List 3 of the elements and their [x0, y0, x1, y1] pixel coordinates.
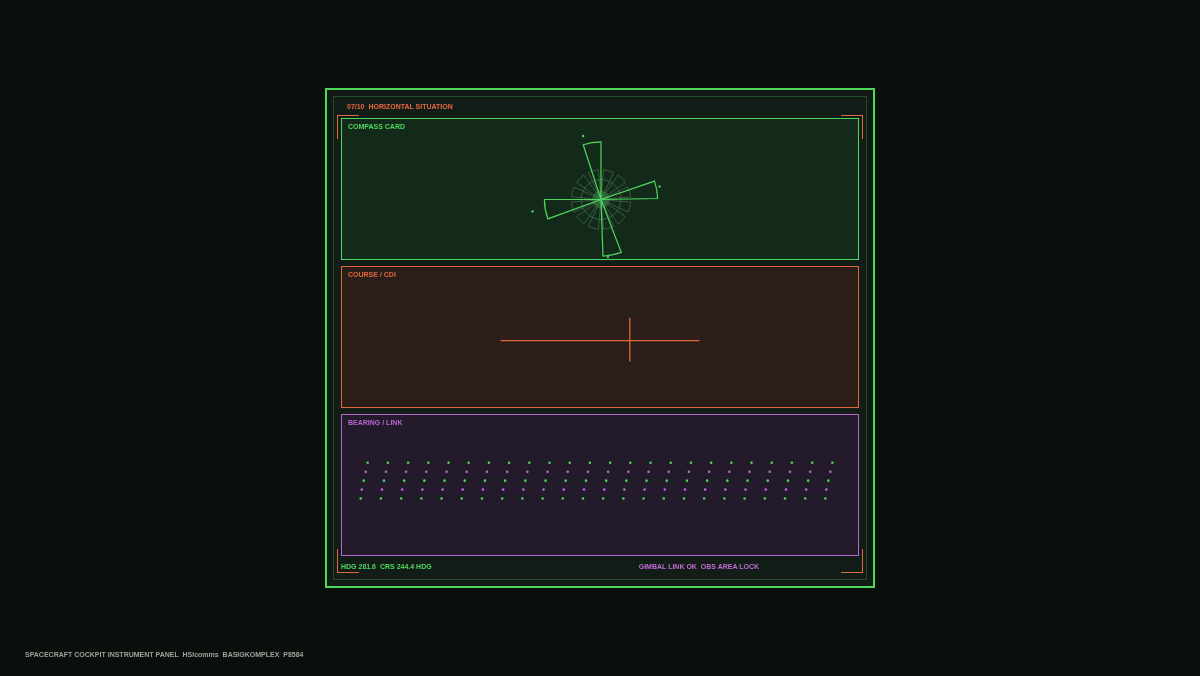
corner-bracket: [337, 549, 359, 573]
corner-bracket: [841, 549, 863, 573]
corner-bracket: [841, 115, 863, 139]
